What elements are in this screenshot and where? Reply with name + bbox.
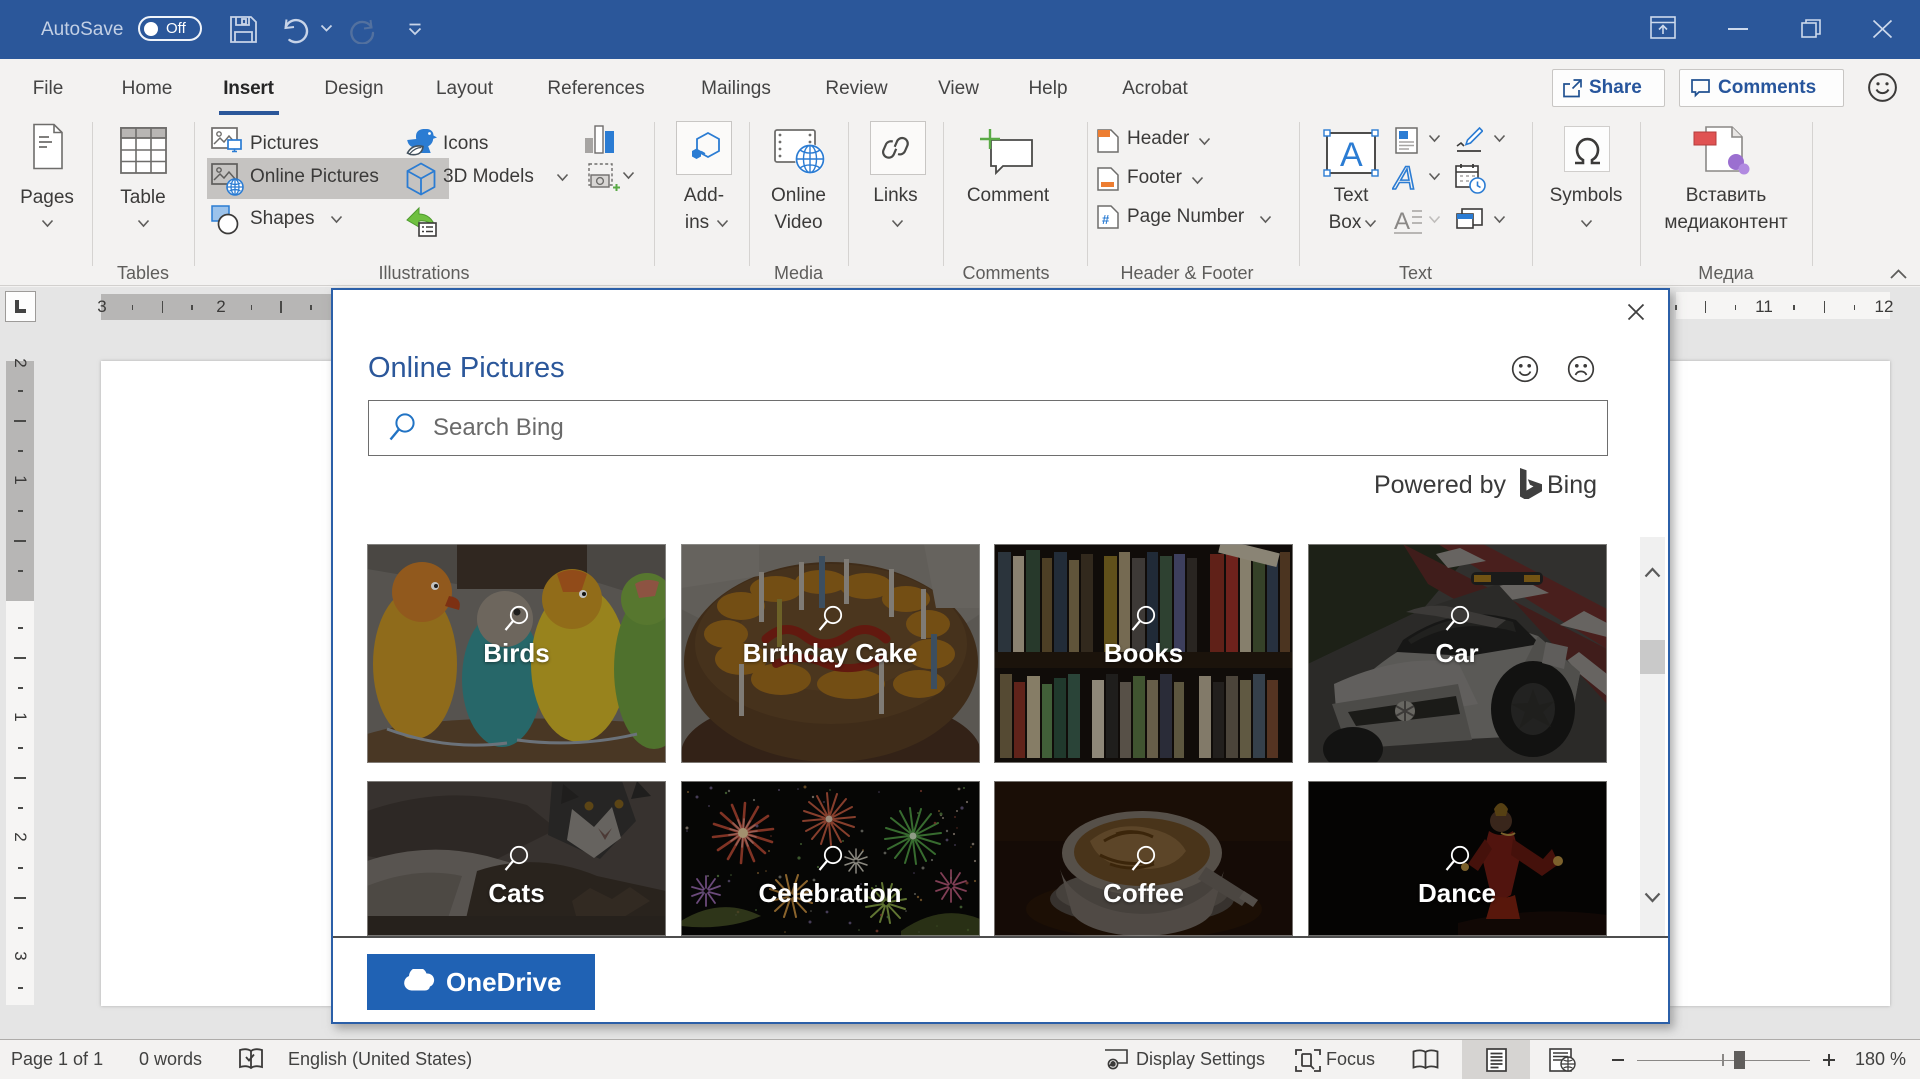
svg-text:#: # — [1102, 212, 1110, 227]
svg-text:A: A — [1340, 136, 1363, 174]
svg-text:A: A — [1392, 162, 1415, 194]
svg-text:A: A — [1394, 208, 1410, 235]
